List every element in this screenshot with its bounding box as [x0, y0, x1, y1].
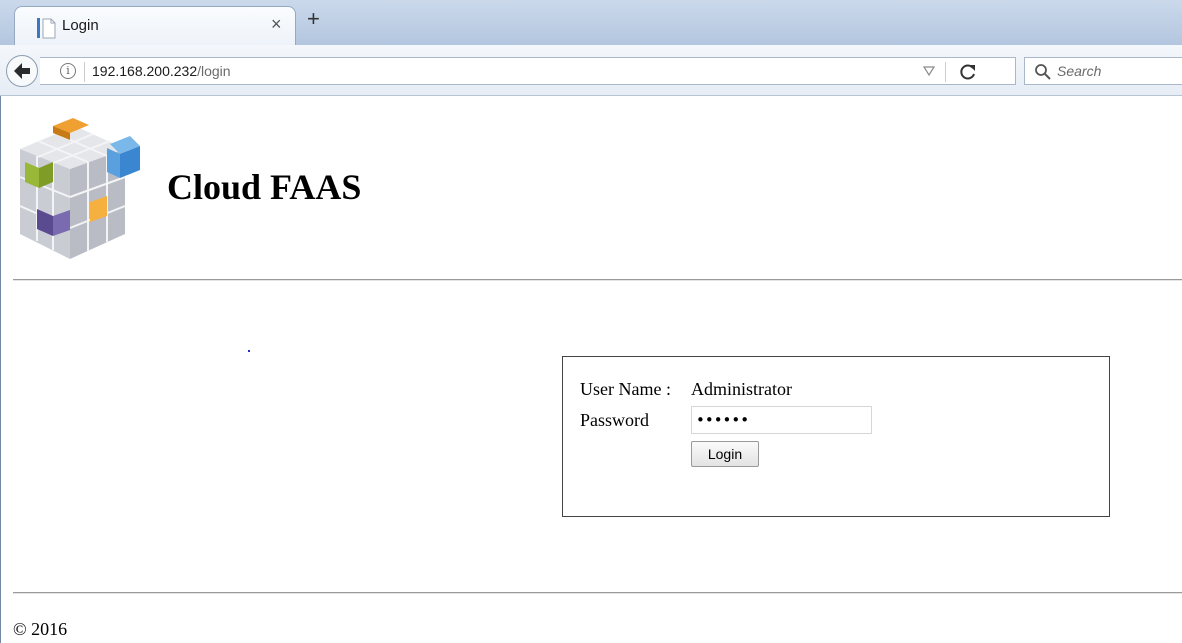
login-form: User Name : Administrator Password Login [562, 356, 1110, 517]
password-field[interactable] [691, 406, 872, 434]
username-label: User Name : [580, 379, 671, 399]
new-tab-icon[interactable]: + [307, 8, 320, 30]
page-icon [37, 18, 56, 39]
page-content: Cloud FAAS User Name : Administrator Pas… [0, 96, 1182, 643]
login-button[interactable]: Login [691, 441, 759, 467]
site-title: Cloud FAAS [167, 167, 362, 207]
search-placeholder: Search [1057, 63, 1102, 79]
info-icon[interactable]: i [60, 63, 76, 79]
back-arrow-icon [14, 63, 30, 79]
username-value: Administrator [691, 379, 792, 399]
footer-divider [13, 592, 1182, 594]
search-icon [1035, 64, 1051, 80]
back-button[interactable] [6, 55, 38, 87]
password-label: Password [580, 410, 650, 430]
search-bar[interactable]: Search [1024, 57, 1182, 85]
tab-title: Login [62, 17, 99, 34]
url-text[interactable]: 192.168.200.232/login [92, 63, 231, 79]
tab-close-icon[interactable]: × [271, 14, 282, 35]
copyright: © 2016 [13, 619, 68, 639]
browser-tab[interactable]: Login × [14, 6, 296, 45]
dropdown-icon[interactable] [922, 64, 936, 78]
url-path: /login [197, 63, 231, 79]
url-bar[interactable]: i 192.168.200.232/login [40, 57, 1016, 85]
url-separator [945, 62, 946, 82]
reload-icon[interactable] [958, 62, 978, 82]
tab-strip: Login × + [0, 0, 1182, 45]
url-host: 192.168.200.232 [92, 63, 198, 79]
cube-logo-icon [19, 118, 140, 259]
navigation-bar: i 192.168.200.232/login Search [0, 45, 1182, 96]
url-separator [84, 62, 85, 82]
header-divider [13, 279, 1182, 281]
stray-dot [248, 350, 250, 352]
